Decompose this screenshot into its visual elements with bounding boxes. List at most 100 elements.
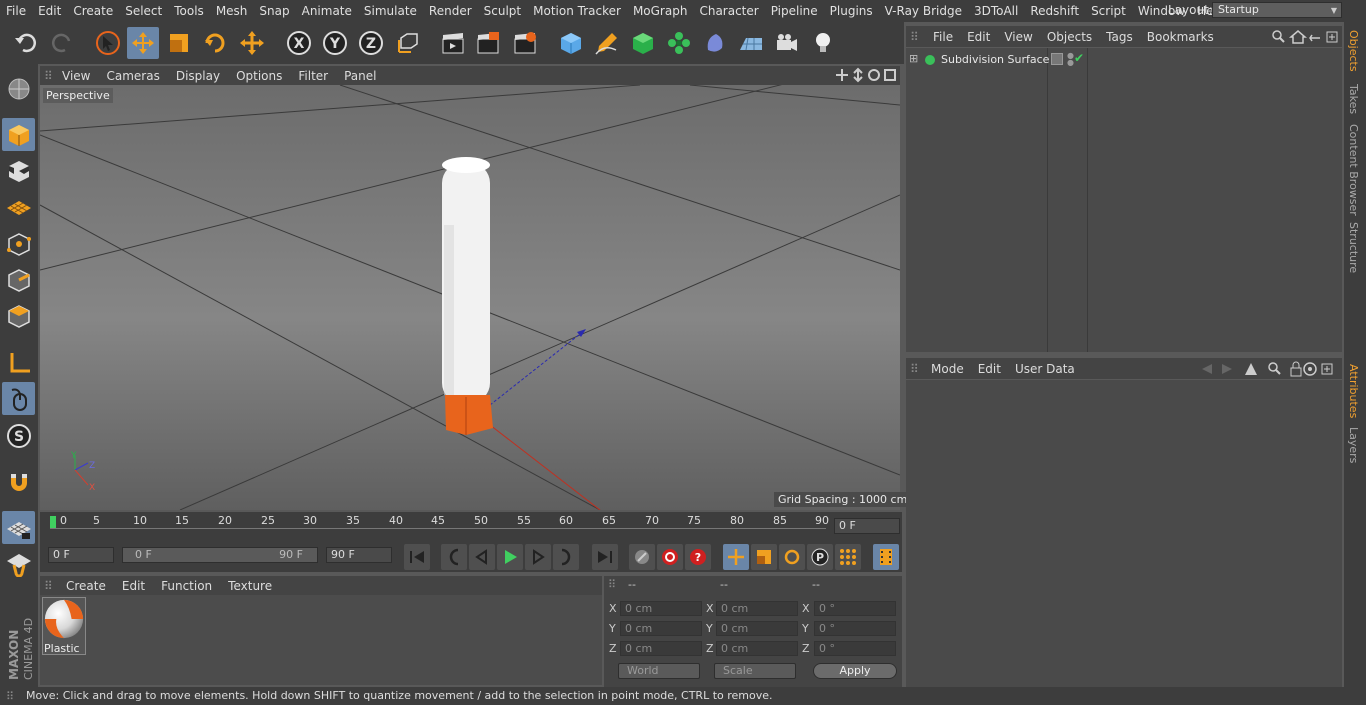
menu-character[interactable]: Character	[693, 4, 764, 18]
model-mode-button[interactable]	[2, 118, 35, 151]
expand-toggle-icon[interactable]: ⊞	[909, 52, 918, 65]
menu-select[interactable]: Select	[119, 4, 168, 18]
add-cloner-button[interactable]	[663, 27, 695, 59]
recent-tools-button[interactable]	[236, 27, 268, 59]
position-z-field[interactable]: 0 cm	[620, 641, 702, 656]
add-floor-button[interactable]	[735, 27, 767, 59]
z-axis-lock-button[interactable]: Z	[355, 27, 387, 59]
link-icon[interactable]	[1309, 34, 1320, 42]
viewport-3d[interactable]: Y Z X	[40, 85, 900, 510]
coordinate-system-button[interactable]	[392, 27, 424, 59]
make-editable-button[interactable]	[2, 72, 35, 105]
menu-3dtoall[interactable]: 3DToAll	[968, 4, 1024, 18]
points-mode-button[interactable]	[2, 227, 35, 260]
next-frame-button[interactable]	[525, 544, 551, 570]
go-to-start-button[interactable]	[404, 544, 430, 570]
add-subdivision-button[interactable]	[627, 27, 659, 59]
menu-mesh[interactable]: Mesh	[210, 4, 254, 18]
forward-arrow-icon[interactable]	[1222, 364, 1232, 374]
menu-plugins[interactable]: Plugins	[824, 4, 879, 18]
material-swatch-plastic[interactable]: Plastic	[42, 597, 86, 655]
viewport-menu-display[interactable]: Display	[168, 69, 228, 83]
rotate-view-icon[interactable]	[868, 69, 880, 81]
menu-edit[interactable]: Edit	[32, 4, 67, 18]
prev-key-button[interactable]	[441, 544, 467, 570]
viewport-grip-icon[interactable]: ⠿	[44, 69, 53, 83]
size-y-field[interactable]: 0 cm	[716, 621, 798, 636]
add-spline-pen-button[interactable]	[591, 27, 623, 59]
rotation-b-field[interactable]: 0 °	[814, 641, 896, 656]
axis-mode-button[interactable]	[2, 346, 35, 379]
timeline-ruler[interactable]: 0 5 10 15 20 25 30 35 40 45 50 55 60 65 …	[40, 512, 902, 540]
polygons-mode-button[interactable]	[2, 299, 35, 332]
menu-create[interactable]: Create	[67, 4, 119, 18]
viewport-menu-panel[interactable]: Panel	[336, 69, 384, 83]
dolly-view-icon[interactable]	[853, 67, 863, 83]
material-menu-texture[interactable]: Texture	[220, 579, 280, 593]
key-parameter-button[interactable]: P	[807, 544, 833, 570]
tab-attributes[interactable]: Attributes	[1347, 364, 1360, 418]
add-camera-button[interactable]	[771, 27, 803, 59]
play-button[interactable]	[497, 544, 523, 570]
workplane-snap-button[interactable]	[2, 547, 35, 580]
frame-range-slider[interactable]: 0 F 90 F	[122, 547, 318, 563]
texture-mode-button[interactable]	[2, 154, 35, 187]
menu-pipeline[interactable]: Pipeline	[765, 4, 824, 18]
menu-mograph[interactable]: MoGraph	[627, 4, 694, 18]
tab-objects[interactable]: Objects	[1347, 30, 1360, 72]
material-menu-create[interactable]: Create	[58, 579, 114, 593]
apply-button[interactable]: Apply	[813, 663, 897, 679]
render-settings-button[interactable]	[509, 27, 541, 59]
tab-structure[interactable]: Structure	[1347, 222, 1360, 273]
rotation-h-field[interactable]: 0 °	[814, 601, 896, 616]
search-icon[interactable]	[1272, 30, 1285, 43]
record-keys-button[interactable]	[629, 544, 655, 570]
current-frame-field[interactable]: 0 F	[834, 518, 900, 534]
edges-mode-button[interactable]	[2, 263, 35, 296]
layout-select[interactable]: Startup	[1212, 2, 1342, 18]
object-menu-edit[interactable]: Edit	[960, 30, 997, 44]
workplane-mode-button[interactable]	[2, 190, 35, 223]
menu-tools[interactable]: Tools	[168, 4, 210, 18]
tweak-mode-button[interactable]	[2, 382, 35, 415]
tab-layers[interactable]: Layers	[1347, 427, 1360, 463]
viewport-menu-cameras[interactable]: Cameras	[98, 69, 167, 83]
search-icon[interactable]	[1268, 362, 1281, 375]
autokey-button[interactable]	[657, 544, 683, 570]
key-scale-button[interactable]	[751, 544, 777, 570]
object-menu-view[interactable]: View	[997, 30, 1039, 44]
material-grip-icon[interactable]: ⠿	[44, 579, 53, 593]
menu-sculpt[interactable]: Sculpt	[478, 4, 527, 18]
new-window-icon[interactable]	[1326, 31, 1338, 43]
playhead-marker[interactable]	[50, 516, 56, 528]
menu-motion-tracker[interactable]: Motion Tracker	[527, 4, 627, 18]
viewport-menu-options[interactable]: Options	[228, 69, 290, 83]
key-rotation-button[interactable]	[779, 544, 805, 570]
render-region-button[interactable]	[472, 27, 504, 59]
position-x-field[interactable]: 0 cm	[620, 601, 702, 616]
menu-vray-bridge[interactable]: V-Ray Bridge	[879, 4, 968, 18]
attribute-menu-edit[interactable]: Edit	[971, 362, 1008, 376]
redo-button[interactable]	[46, 27, 78, 59]
material-menu-function[interactable]: Function	[153, 579, 220, 593]
target-icon[interactable]	[1303, 362, 1317, 376]
viewport-menu-filter[interactable]: Filter	[290, 69, 336, 83]
layer-icon[interactable]	[1051, 53, 1063, 65]
y-axis-lock-button[interactable]: Y	[319, 27, 351, 59]
timeline-window-button[interactable]	[873, 544, 899, 570]
position-y-field[interactable]: 0 cm	[620, 621, 702, 636]
live-selection-button[interactable]	[92, 27, 124, 59]
menu-file[interactable]: File	[0, 4, 32, 18]
object-menu-objects[interactable]: Objects	[1040, 30, 1099, 44]
enabled-check-icon[interactable]: ✔	[1074, 51, 1084, 65]
menu-render[interactable]: Render	[423, 4, 478, 18]
pan-view-icon[interactable]	[836, 69, 848, 81]
back-arrow-icon[interactable]	[1202, 364, 1212, 374]
rotation-p-field[interactable]: 0 °	[814, 621, 896, 636]
size-x-field[interactable]: 0 cm	[716, 601, 798, 616]
menu-animate[interactable]: Animate	[296, 4, 358, 18]
render-view-button[interactable]	[437, 27, 469, 59]
marker-object[interactable]	[442, 157, 493, 435]
prev-frame-button[interactable]	[469, 544, 495, 570]
material-menu-edit[interactable]: Edit	[114, 579, 153, 593]
